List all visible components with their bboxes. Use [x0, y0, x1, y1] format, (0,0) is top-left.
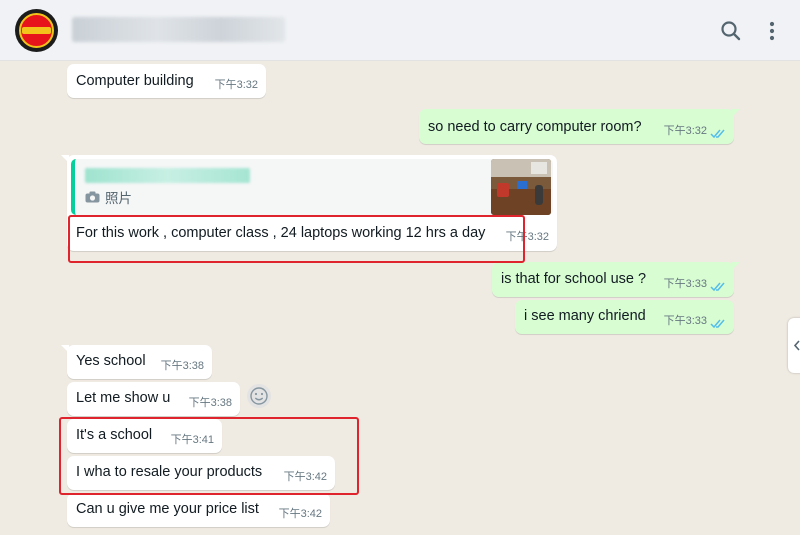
camera-icon: [85, 191, 100, 203]
message-incoming[interactable]: Yes school 下午3:38: [61, 345, 212, 379]
bubble-tail: [732, 262, 740, 270]
thumbnail-chair: [497, 183, 509, 197]
menu-button[interactable]: [757, 16, 787, 46]
contact-name-blurred[interactable]: [72, 17, 285, 42]
message-incoming[interactable]: Can u give me your price list 下午3:42: [67, 493, 330, 527]
message-time: 下午3:33: [663, 278, 707, 290]
contact-avatar[interactable]: [15, 9, 58, 52]
kebab-menu-icon: [769, 21, 775, 41]
chat-header: [0, 0, 800, 61]
message-text: so need to carry computer room?: [428, 119, 642, 135]
message-time: 下午3:32: [663, 125, 707, 137]
message-list[interactable]: Computer building 下午3:32 so need to carr…: [0, 61, 800, 535]
quoted-sender-blurred: [85, 168, 250, 183]
double-check-icon: [710, 319, 725, 329]
message-time: 下午3:38: [188, 397, 232, 409]
message-time: 下午3:33: [663, 315, 707, 327]
message-outgoing[interactable]: i see many chriend 下午3:33: [515, 300, 734, 334]
quoted-photo-thumbnail[interactable]: [491, 159, 551, 215]
message-text: i see many chriend: [524, 308, 646, 324]
bubble-tail: [61, 345, 69, 353]
bubble-tail: [61, 155, 69, 163]
message-text: Computer building: [76, 73, 194, 89]
chevron-left-icon: [793, 340, 800, 351]
react-emoji-button[interactable]: [247, 384, 271, 408]
message-outgoing[interactable]: is that for school use ? 下午3:33: [492, 262, 740, 297]
search-button[interactable]: [716, 16, 746, 46]
bubble-tail: [732, 109, 740, 117]
highlight-box-laptops-message: [68, 215, 525, 263]
message-text: is that for school use ?: [501, 271, 647, 287]
quoted-message[interactable]: 照片: [71, 159, 553, 215]
thumbnail-window: [531, 162, 547, 174]
thumbnail-screen: [517, 181, 527, 189]
message-outgoing[interactable]: so need to carry computer room? 下午3:32: [419, 109, 740, 144]
message-text: Yes school: [76, 353, 146, 369]
highlight-box-resale-messages: [59, 417, 359, 495]
message-time: 下午3:42: [278, 508, 322, 520]
message-incoming[interactable]: Computer building 下午3:32: [67, 64, 266, 98]
message-text: Can u give me your price list: [76, 501, 259, 517]
side-panel-toggle[interactable]: [788, 318, 800, 373]
smiley-icon: [250, 387, 268, 405]
message-incoming[interactable]: Let me show u 下午3:38: [67, 382, 240, 416]
message-time: 下午3:38: [160, 360, 204, 372]
thumbnail-person: [535, 185, 543, 205]
quoted-type-label: 照片: [105, 191, 132, 206]
message-time: 下午3:32: [214, 79, 258, 91]
double-check-icon: [710, 129, 725, 139]
double-check-icon: [710, 282, 725, 292]
message-text: Let me show u: [76, 390, 171, 406]
avatar-logo-band: [22, 27, 51, 34]
search-icon: [721, 21, 741, 41]
